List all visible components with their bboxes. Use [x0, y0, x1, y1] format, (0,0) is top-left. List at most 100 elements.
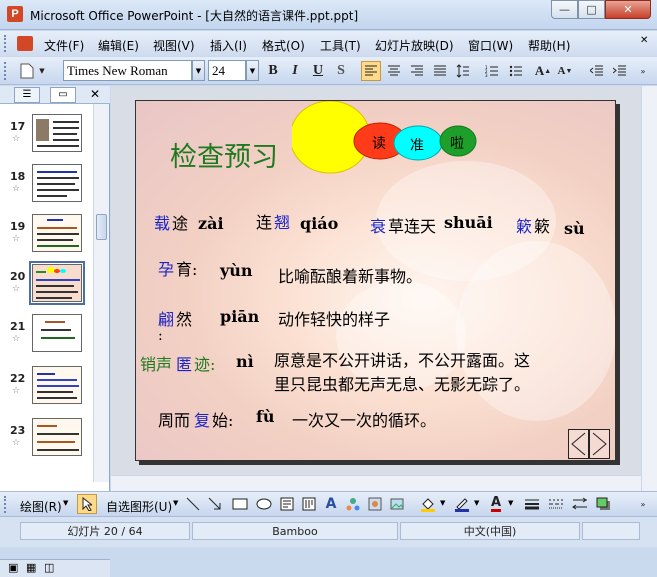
- status-bar: 幻灯片 20 / 64 Bamboo 中文(中国): [0, 516, 657, 547]
- word-highlight: 载: [154, 214, 171, 233]
- toolbar-grip[interactable]: [4, 62, 8, 80]
- align-right-icon[interactable]: [407, 61, 427, 81]
- outline-tab-icon[interactable]: ☰: [14, 87, 40, 103]
- fill-color-dropdown-icon[interactable]: ▼: [440, 499, 445, 507]
- close-document-icon[interactable]: ✕: [640, 35, 648, 46]
- distributed-align-icon[interactable]: [430, 61, 450, 81]
- minimize-button[interactable]: —: [551, 0, 578, 19]
- menu-help[interactable]: 帮助(H): [528, 37, 570, 54]
- menu-edit[interactable]: 编辑(E): [98, 37, 139, 54]
- menu-format[interactable]: 格式(O): [262, 37, 305, 54]
- current-slide[interactable]: 检查预习 读 准 啦 载 途 zài 连 翘 qiáo 衰 草连天 shuāi …: [135, 100, 616, 461]
- slide-thumbnail[interactable]: 21 ☆: [0, 314, 93, 358]
- font-color-dropdown-icon[interactable]: ▼: [508, 499, 513, 507]
- arrow-style-icon[interactable]: [570, 494, 590, 514]
- rectangle-tool-icon[interactable]: [230, 494, 250, 514]
- window-controls: — □ ✕: [551, 0, 651, 19]
- drawbar-options-icon[interactable]: »: [637, 494, 649, 514]
- line-color-dropdown-icon[interactable]: ▼: [474, 499, 479, 507]
- align-left-icon[interactable]: [361, 61, 381, 81]
- menubar-grip[interactable]: [4, 35, 8, 52]
- slide-thumbnail[interactable]: 17 ☆: [0, 114, 93, 158]
- autoshapes-menu-button[interactable]: 自选图形(U): [106, 498, 172, 515]
- draw-menu-dropdown-icon[interactable]: ▼: [63, 499, 68, 507]
- wordart-icon[interactable]: A: [322, 494, 340, 514]
- line-spacing-icon[interactable]: [453, 61, 473, 81]
- document-icon[interactable]: [17, 36, 33, 51]
- font-size-input[interactable]: 24: [208, 60, 246, 81]
- numbering-icon[interactable]: 123: [482, 61, 502, 81]
- oval-tool-icon[interactable]: [254, 494, 274, 514]
- italic-button[interactable]: I: [286, 61, 304, 81]
- line-style-icon[interactable]: [522, 494, 542, 514]
- close-button[interactable]: ✕: [605, 0, 651, 19]
- normal-view-icon[interactable]: ▣: [8, 561, 18, 574]
- slides-pane-scrollbar[interactable]: [93, 104, 109, 482]
- slide-thumbnail-selected[interactable]: 20 ☆: [0, 261, 93, 308]
- word-text: 始:: [212, 411, 234, 430]
- new-document-icon[interactable]: [18, 61, 36, 81]
- draw-menu-button[interactable]: 绘图(R): [20, 498, 62, 515]
- menu-tools[interactable]: 工具(T): [320, 37, 361, 54]
- slide-title: 检查预习: [170, 142, 278, 173]
- line-color-icon[interactable]: [452, 494, 472, 514]
- drawbar-grip[interactable]: [4, 496, 8, 513]
- word-pinyin: shuāi: [444, 213, 493, 232]
- new-document-dropdown-icon[interactable]: ▼: [37, 61, 47, 81]
- slide-sorter-view-icon[interactable]: ▦: [26, 561, 36, 574]
- word-text: 然: [176, 310, 193, 329]
- word-text: 簌: [534, 217, 551, 236]
- vertical-textbox-icon[interactable]: [300, 494, 318, 514]
- word-text: 草连天: [388, 217, 437, 236]
- bullets-icon[interactable]: [506, 61, 526, 81]
- slide-thumbnail[interactable]: 22 ☆: [0, 366, 93, 410]
- arrow-tool-icon[interactable]: [206, 494, 224, 514]
- menu-file[interactable]: 文件(F): [44, 37, 84, 54]
- decrease-indent-icon[interactable]: [587, 61, 607, 81]
- maximize-button[interactable]: □: [578, 0, 605, 19]
- font-size-dropdown-icon[interactable]: ▼: [246, 60, 259, 81]
- previous-slide-button[interactable]: [568, 429, 589, 459]
- clipart-icon[interactable]: [366, 494, 384, 514]
- dash-style-icon[interactable]: [546, 494, 566, 514]
- insert-picture-icon[interactable]: [388, 494, 406, 514]
- powerpoint-app-icon[interactable]: P: [7, 6, 23, 22]
- fill-color-icon[interactable]: [418, 494, 438, 514]
- close-pane-icon[interactable]: ✕: [90, 87, 100, 101]
- word-text: 途: [172, 214, 189, 233]
- font-color-icon[interactable]: A: [486, 494, 506, 514]
- menu-window[interactable]: 窗口(W): [468, 37, 513, 54]
- slide-thumbnail[interactable]: 18 ☆: [0, 164, 93, 208]
- diagram-icon[interactable]: [344, 494, 362, 514]
- menu-insert[interactable]: 插入(I): [210, 37, 247, 54]
- shadow-style-icon[interactable]: [594, 494, 614, 514]
- font-name-input[interactable]: Times New Roman: [63, 60, 192, 81]
- menu-slideshow[interactable]: 幻灯片放映(D): [375, 37, 454, 54]
- main-vertical-scrollbar[interactable]: [641, 86, 657, 491]
- slide-number: 22: [10, 372, 26, 385]
- font-name-dropdown-icon[interactable]: ▼: [192, 60, 205, 81]
- slideshow-view-icon[interactable]: ◫: [44, 561, 54, 574]
- increase-font-size-icon[interactable]: A ▲: [534, 61, 552, 81]
- main-horizontal-scrollbar[interactable]: [111, 475, 641, 491]
- slide-preview: [32, 418, 82, 456]
- next-slide-button[interactable]: [589, 429, 610, 459]
- underline-button[interactable]: U: [309, 61, 327, 81]
- slides-pane: ☰ ▭ ✕ 17 ☆ 18 ☆ 19 ☆ 20 ☆ 21 ☆ 22 ☆ 23 ☆…: [0, 86, 110, 577]
- slide-thumbnail[interactable]: 19 ☆: [0, 214, 93, 258]
- slides-tab-icon[interactable]: ▭: [50, 87, 76, 103]
- align-center-icon[interactable]: [384, 61, 404, 81]
- textbox-tool-icon[interactable]: [278, 494, 296, 514]
- line-tool-icon[interactable]: [184, 494, 202, 514]
- shadow-button[interactable]: S: [332, 61, 350, 81]
- menu-view[interactable]: 视图(V): [153, 37, 195, 54]
- select-objects-icon[interactable]: [77, 494, 97, 514]
- bold-button[interactable]: B: [264, 61, 282, 81]
- decrease-font-size-icon[interactable]: A ▼: [556, 61, 574, 81]
- scrollbar-thumb[interactable]: [96, 214, 107, 240]
- increase-indent-icon[interactable]: [610, 61, 630, 81]
- word-text: 销声: [140, 355, 173, 374]
- autoshapes-dropdown-icon[interactable]: ▼: [173, 499, 178, 507]
- toolbar-options-icon[interactable]: »: [637, 61, 649, 81]
- slide-thumbnail[interactable]: 23 ☆: [0, 418, 93, 462]
